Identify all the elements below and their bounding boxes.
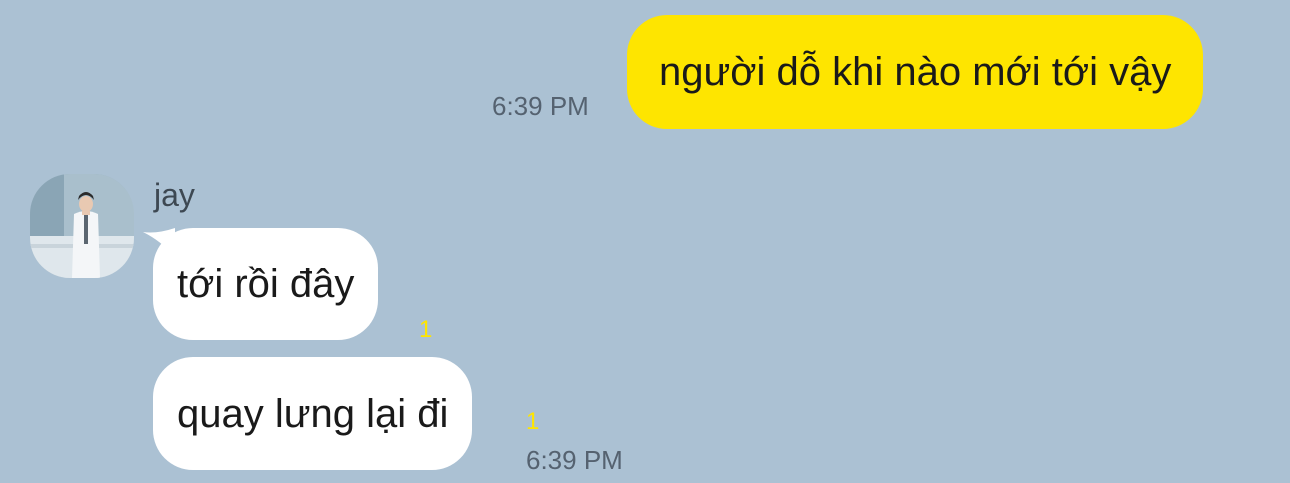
message-text: tới rồi đây	[177, 262, 355, 306]
message-text: quay lưng lại đi	[177, 391, 449, 436]
unread-count: 1	[526, 408, 540, 435]
sender-avatar[interactable]	[30, 174, 134, 278]
sender-name: jay	[154, 177, 195, 213]
profile-photo-icon	[30, 174, 134, 278]
message-text: người dỗ khi nào mới tới vậy	[659, 50, 1172, 94]
unread-count: 1	[419, 316, 433, 343]
message-timestamp: 6:39 PM	[526, 445, 623, 475]
message-timestamp: 6:39 PM	[492, 91, 589, 121]
outgoing-message-bubble[interactable]: người dỗ khi nào mới tới vậy	[627, 15, 1204, 129]
incoming-message-bubble[interactable]: quay lưng lại đi	[153, 357, 473, 470]
incoming-message-bubble[interactable]: tới rồi đây	[153, 228, 379, 340]
